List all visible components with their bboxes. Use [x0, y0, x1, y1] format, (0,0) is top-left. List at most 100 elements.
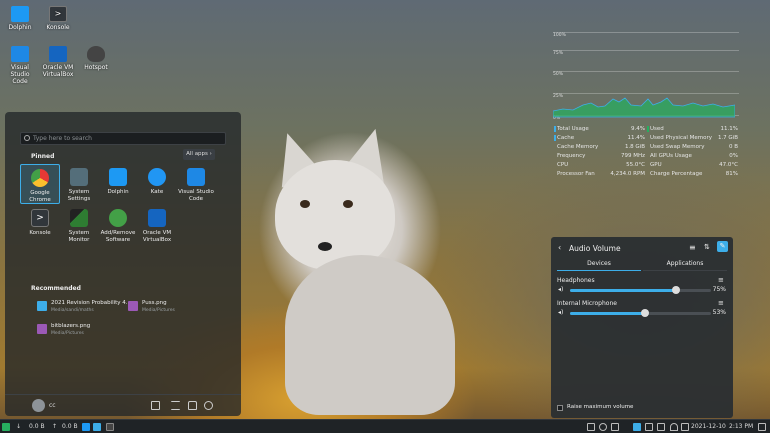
stat-processor-fan: Processor Fan 4,234.0 RPM	[557, 171, 645, 177]
stat-gpu-temp: GPU 47.0°C	[650, 162, 738, 168]
app-virtualbox[interactable]: Oracle VM VirtualBox	[137, 205, 177, 245]
taskbar: ↓ 0.0 B ↑ 0.0 B 2021-12-10 2:13 PM	[0, 419, 770, 433]
battery-icon[interactable]	[681, 423, 689, 431]
power-icon[interactable]	[204, 401, 213, 410]
network-down-icon: ↓	[16, 423, 22, 430]
user-name: cc	[49, 402, 56, 409]
media-icon[interactable]	[599, 423, 607, 431]
speaker-icon[interactable]: ◂)	[558, 286, 563, 293]
document-icon	[37, 301, 47, 311]
folder-icon	[11, 6, 29, 22]
microphone-icon[interactable]: ◂)	[558, 309, 563, 316]
search-icon	[24, 135, 30, 141]
search-input[interactable]: Type here to search	[20, 132, 226, 145]
stat-used: Used 11.1%	[647, 126, 738, 132]
audio-volume-popup: ‹ Audio Volume ≡ ⇅ ✎ Devices Application…	[551, 237, 733, 418]
audio-volume-icon[interactable]	[633, 423, 641, 431]
back-icon[interactable]: ‹	[558, 243, 561, 252]
stat-cache-memory: Cache Memory 1.8 GiB	[557, 144, 645, 150]
documents-icon[interactable]	[151, 401, 160, 410]
desktop-icon-dolphin[interactable]: Dolphin	[2, 6, 38, 31]
notifications-icon[interactable]	[645, 423, 653, 431]
audio-title: Audio Volume	[569, 244, 621, 253]
network-up-rate: 0.0 B	[62, 423, 78, 430]
application-menu: Type here to search Pinned All apps › Go…	[5, 112, 241, 416]
app-dolphin[interactable]: Dolphin	[98, 164, 138, 204]
app-system-settings[interactable]: System Settings	[59, 164, 99, 204]
microphone-volume-percent: 53%	[712, 309, 726, 316]
microphone-volume-handle[interactable]	[640, 309, 649, 317]
app-google-chrome[interactable]: Google Chrome	[20, 164, 60, 204]
tab-devices[interactable]: Devices	[557, 257, 641, 271]
tab-applications[interactable]: Applications	[643, 257, 727, 271]
wallpaper-fox	[255, 123, 455, 420]
monitor-icon	[70, 209, 88, 227]
stat-total-usage: Total Usage 9.4%	[554, 126, 645, 132]
wifi-icon[interactable]	[670, 423, 678, 431]
show-desktop-icon[interactable]	[758, 423, 766, 431]
bluetooth-icon[interactable]	[657, 423, 665, 431]
avatar[interactable]	[32, 399, 45, 412]
microphone-volume-slider[interactable]	[570, 309, 711, 317]
stat-used-physical-memory: Used Physical Memory 1.7 GiB	[650, 135, 738, 141]
desktop-icon-vscode[interactable]: Visual Studio Code	[2, 46, 38, 85]
device-menu-icon[interactable]: ≡	[718, 276, 724, 284]
taskbar-app-konsole[interactable]	[106, 423, 114, 431]
stat-all-gpus-usage: All GPUs Usage 0%	[650, 153, 738, 159]
clock-date[interactable]: 2021-12-10	[691, 423, 726, 430]
lock-icon[interactable]	[188, 401, 197, 410]
pin-icon[interactable]: ✎	[717, 241, 728, 252]
device-name-internal-microphone: Internal Microphone	[557, 300, 617, 307]
desktop-icon-konsole[interactable]: > Konsole	[40, 6, 76, 31]
recommended-title: Recommended	[31, 285, 81, 292]
settings-icon[interactable]: ⇅	[704, 243, 710, 251]
virtualbox-icon	[148, 209, 166, 227]
app-vscode[interactable]: Visual Studio Code	[176, 164, 216, 204]
hotspot-icon	[87, 46, 105, 62]
software-icon	[109, 209, 127, 227]
raise-max-volume-label: Raise maximum volume	[567, 404, 634, 410]
kate-icon	[148, 168, 166, 186]
clock-time[interactable]: 2:13 PM	[729, 423, 753, 430]
chrome-icon	[31, 169, 49, 187]
virtualbox-icon	[49, 46, 67, 62]
stat-cache: Cache 11.4%	[554, 135, 645, 141]
headphones-volume-percent: 75%	[712, 286, 726, 293]
network-down-rate: 0.0 B	[29, 423, 45, 430]
stat-charge-percentage: Charge Percentage 81%	[650, 171, 738, 177]
system-monitor-widget: 100% 75% 50% 25% 0% Total Usage 9.4% Cach…	[553, 25, 739, 180]
stat-cpu-temp: CPU 55.0°C	[557, 162, 645, 168]
app-add-remove-software[interactable]: Add/Remove Software	[98, 205, 138, 245]
folder-icon	[109, 168, 127, 186]
clipboard-icon[interactable]	[587, 423, 595, 431]
app-system-monitor[interactable]: System Monitor	[59, 205, 99, 245]
stat-used-swap-memory: Used Swap Memory 0 B	[650, 144, 738, 150]
settings-icon	[70, 168, 88, 186]
headphones-volume-handle[interactable]	[671, 286, 680, 294]
display-icon[interactable]	[611, 423, 619, 431]
device-menu-icon[interactable]: ≡	[718, 299, 724, 307]
settings-sliders-icon[interactable]	[171, 401, 180, 410]
app-launcher-icon[interactable]	[2, 423, 10, 431]
recent-file-3[interactable]: bitblazers.png Media/Pictures	[37, 323, 141, 337]
grid-line-100: 100%	[553, 32, 739, 38]
all-apps-button[interactable]: All apps ›	[183, 149, 215, 160]
desktop-icon-hotspot[interactable]: Hotspot	[78, 46, 114, 71]
device-name-headphones: Headphones	[557, 277, 595, 284]
desktop-icon-virtualbox[interactable]: Oracle VM VirtualBox	[40, 46, 76, 78]
vscode-icon	[187, 168, 205, 186]
vscode-icon	[11, 46, 29, 62]
headphones-volume-fill	[570, 289, 676, 292]
app-kate[interactable]: Kate	[137, 164, 177, 204]
menu-footer: cc	[5, 394, 241, 416]
grid-line-50: 50%	[553, 71, 739, 77]
taskbar-app-dolphin[interactable]	[82, 423, 90, 431]
raise-max-volume-checkbox[interactable]	[557, 405, 563, 411]
stat-frequency: Frequency 799 MHz	[557, 153, 645, 159]
taskbar-app-folder[interactable]	[93, 423, 101, 431]
app-konsole[interactable]: > Konsole	[20, 205, 60, 245]
headphones-volume-slider[interactable]	[570, 286, 711, 294]
menu-icon[interactable]: ≡	[689, 243, 696, 252]
pinned-title: Pinned	[31, 153, 55, 160]
recent-file-2[interactable]: Puss.png Media/Pictures	[128, 300, 222, 314]
